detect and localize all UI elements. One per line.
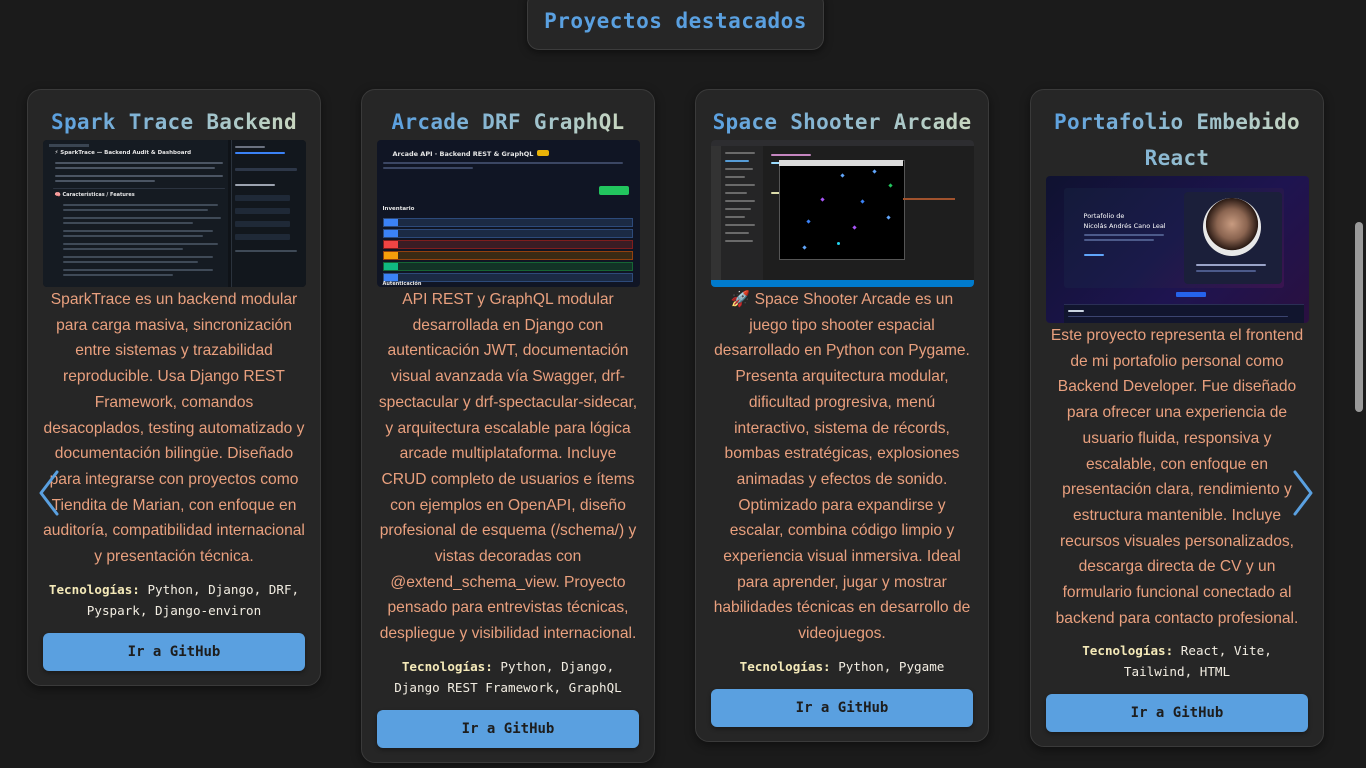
project-technologies: Tecnologías: React, Vite, Tailwind, HTML (1046, 640, 1308, 682)
tech-label: Tecnologías: (1082, 643, 1174, 659)
tech-label: Tecnologías: (401, 658, 493, 674)
avatar (1202, 198, 1261, 256)
project-screenshot (710, 140, 974, 287)
github-button[interactable]: Ir a GitHub (377, 709, 639, 748)
screenshot-heading: ⚡ SparkTrace — Backend Audit & Dashboard (54, 150, 192, 156)
github-button[interactable]: Ir a GitHub (711, 688, 973, 727)
project-description: 🚀 Space Shooter Arcade es un juego tipo … (713, 291, 971, 643)
chevron-right-icon (1293, 470, 1313, 516)
carousel-prev-button[interactable] (35, 468, 65, 518)
project-technologies: Tecnologías: Python, Pygame (711, 656, 973, 677)
project-screenshot: ⚡ SparkTrace — Backend Audit & Dashboard… (42, 140, 306, 287)
project-card: Arcade DRF GraphQL Arcade API · Backend … (361, 89, 655, 763)
screenshot-section-2: Autenticación (382, 281, 422, 287)
section-title: Proyectos destacados (527, 0, 824, 50)
project-card: Space Shooter Arcade 🚀 Space Shooter Arc… (695, 89, 989, 742)
chevron-left-icon (39, 470, 59, 516)
project-card: Spark Trace Backend ⚡ SparkTrace — Backe… (27, 89, 321, 686)
project-description: API REST y GraphQL modular desarrollada … (378, 291, 638, 643)
section-title-text: Proyectos destacados (544, 9, 807, 33)
project-title: Portafolio Embebido React (1046, 104, 1308, 176)
project-screenshot: Portafolio de Nicolás Andrés Cano Leal (1045, 176, 1309, 323)
project-description: SparkTrace es un backend modular para ca… (43, 291, 305, 566)
screenshot-section: Inventario (382, 206, 415, 212)
screenshot-section: 🧠 Características / Features (54, 192, 135, 198)
github-button[interactable]: Ir a GitHub (43, 632, 305, 671)
project-title: Spark Trace Backend (51, 104, 297, 140)
tech-label: Tecnologías: (739, 658, 831, 674)
project-technologies: Tecnologías: Python, Django, Django REST… (377, 656, 639, 698)
carousel-next-button[interactable] (1287, 468, 1317, 518)
tech-list: Python, Pygame (838, 658, 945, 674)
screenshot-heading: Arcade API · Backend REST & GraphQL (392, 150, 534, 158)
tech-label: Tecnologías: (48, 581, 140, 597)
project-title: Space Shooter Arcade (713, 104, 972, 140)
project-description: Este proyecto representa el frontend de … (1050, 327, 1304, 627)
page-scrollbar[interactable] (1351, 0, 1366, 768)
github-button[interactable]: Ir a GitHub (1046, 694, 1308, 733)
scrollbar-thumb[interactable] (1355, 222, 1363, 412)
screenshot-line-2: Nicolás Andrés Cano Leal (1083, 222, 1166, 230)
project-card: Portafolio Embebido React Portafolio de … (1030, 89, 1324, 748)
project-title: Arcade DRF GraphQL (392, 104, 625, 140)
project-screenshot: Arcade API · Backend REST & GraphQL Inve… (376, 140, 640, 287)
project-technologies: Tecnologías: Python, Django, DRF, Pyspar… (43, 579, 305, 621)
screenshot-line-1: Portafolio de (1083, 212, 1125, 220)
